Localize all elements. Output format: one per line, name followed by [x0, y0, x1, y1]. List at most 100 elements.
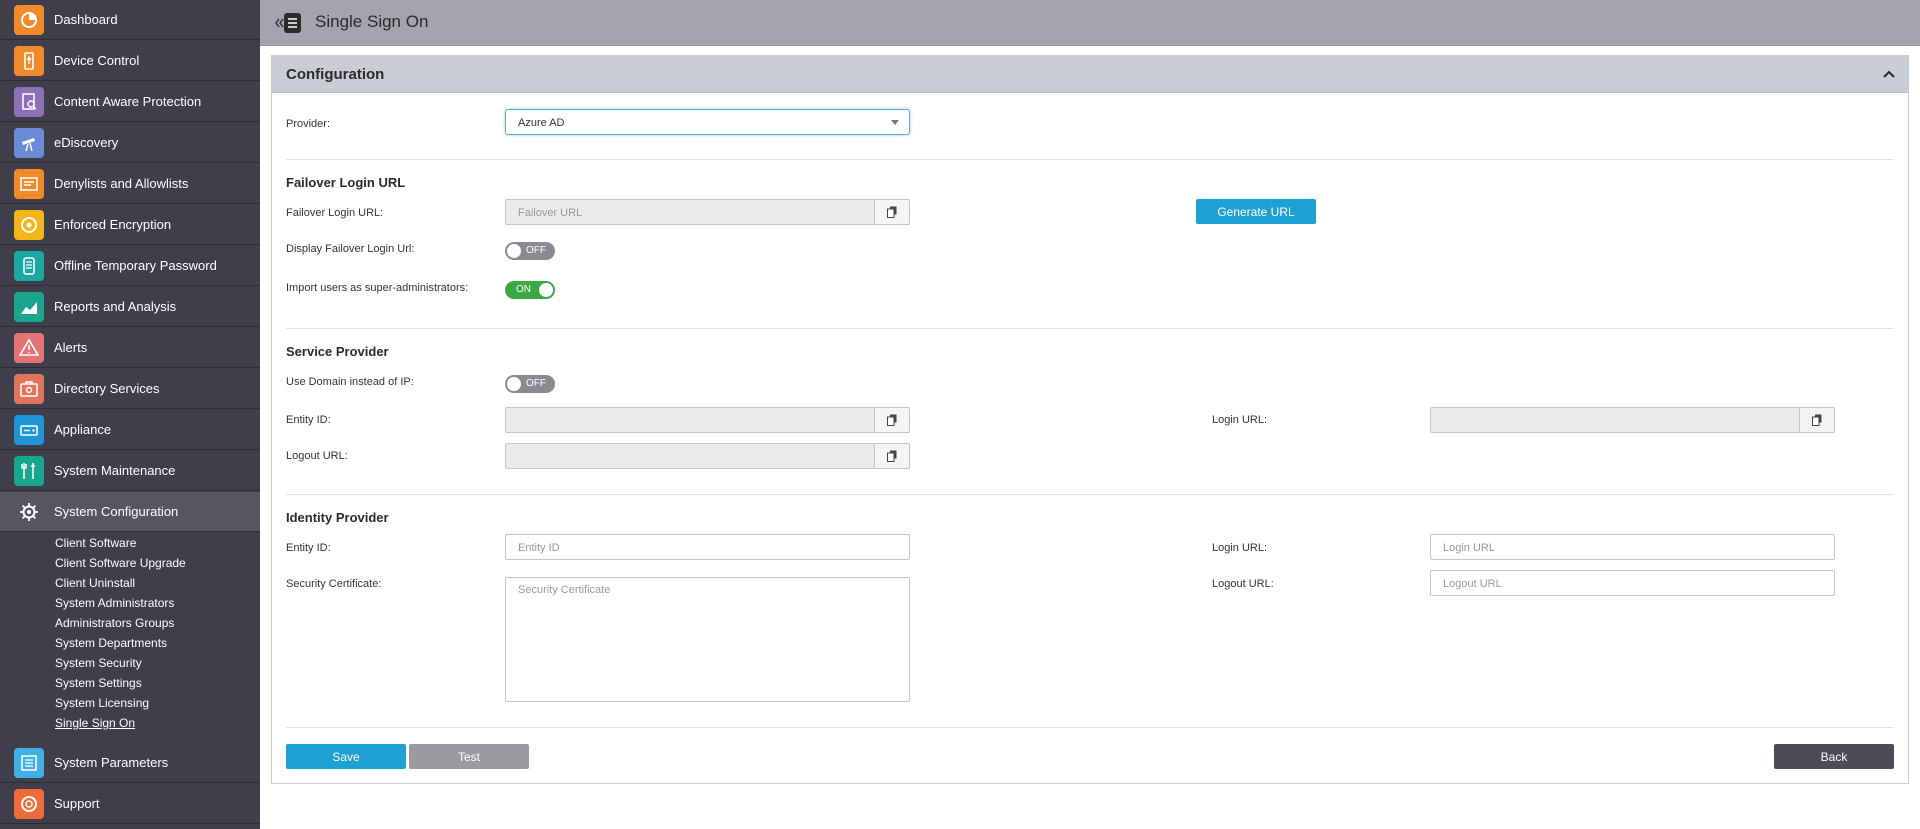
- security-certificate-label: Security Certificate:: [286, 578, 382, 590]
- sidebar-item-enforced-encryption[interactable]: Enforced Encryption: [0, 205, 260, 245]
- list-icon: [14, 747, 44, 778]
- submenu-system-administrators[interactable]: System Administrators: [55, 596, 174, 610]
- telescope-icon: [14, 127, 44, 158]
- divider: [286, 727, 1894, 728]
- idp-login-url-label: Login URL:: [1212, 542, 1268, 554]
- directory-icon: [14, 373, 44, 404]
- list-window-icon: [14, 168, 44, 199]
- divider: [286, 159, 1894, 160]
- use-domain-label: Use Domain instead of IP:: [286, 376, 414, 388]
- submenu-system-departments[interactable]: System Departments: [55, 636, 167, 650]
- sidebar-item-offline-temporary-password[interactable]: Offline Temporary Password: [0, 246, 260, 286]
- idp-entity-id-input[interactable]: Entity ID: [505, 534, 910, 560]
- sidebar-item-ediscovery[interactable]: eDiscovery: [0, 123, 260, 163]
- dashboard-icon: [14, 4, 44, 35]
- sidebar-item-system-maintenance[interactable]: System Maintenance: [0, 451, 260, 491]
- toggle-state: OFF: [526, 245, 546, 256]
- copy-icon: [887, 206, 897, 218]
- toggle-knob: [507, 244, 521, 258]
- security-certificate-placeholder: Security Certificate: [518, 584, 611, 596]
- sidebar-item-alerts[interactable]: Alerts: [0, 328, 260, 368]
- sp-logout-url-input[interactable]: [505, 443, 875, 469]
- submenu-single-sign-on[interactable]: Single Sign On: [55, 716, 135, 730]
- copy-icon: [887, 414, 897, 426]
- use-domain-toggle[interactable]: OFF: [505, 375, 555, 393]
- toggle-knob: [539, 283, 553, 297]
- display-failover-toggle[interactable]: OFF: [505, 242, 555, 260]
- submenu-system-security[interactable]: System Security: [55, 656, 142, 670]
- copy-icon: [1812, 414, 1822, 426]
- save-button[interactable]: Save: [286, 744, 406, 769]
- collapse-sidebar-button[interactable]: [274, 11, 302, 35]
- idp-logout-url-input[interactable]: Logout URL: [1430, 570, 1835, 596]
- idp-entity-id-label: Entity ID:: [286, 542, 331, 554]
- submenu-client-software-upgrade[interactable]: Client Software Upgrade: [55, 556, 186, 570]
- sidebar-item-support[interactable]: Support: [0, 784, 260, 824]
- submenu-system-licensing[interactable]: System Licensing: [55, 696, 149, 710]
- submenu-administrators-groups[interactable]: Administrators Groups: [55, 616, 174, 630]
- lifebuoy-icon: [14, 788, 44, 819]
- top-bar: Single Sign On: [260, 0, 1920, 46]
- copy-icon: [887, 450, 897, 462]
- configuration-panel: Configuration Provider: Azure AD Failove…: [271, 55, 1909, 784]
- toggle-state: OFF: [526, 378, 546, 389]
- chevron-up-icon: [1883, 70, 1895, 78]
- collapse-panel-button[interactable]: [1882, 68, 1896, 80]
- toggle-knob: [507, 377, 521, 391]
- content-scan-icon: [14, 86, 44, 117]
- sidebar-item-device-control[interactable]: Device Control: [0, 41, 260, 81]
- sp-login-url-label: Login URL:: [1212, 414, 1268, 426]
- test-button[interactable]: Test: [409, 744, 529, 769]
- sidebar-item-denylists-allowlists[interactable]: Denylists and Allowlists: [0, 164, 260, 204]
- copy-failover-url-button[interactable]: [874, 199, 910, 225]
- failover-url-placeholder: Failover URL: [518, 207, 583, 219]
- submenu-client-software[interactable]: Client Software: [55, 536, 136, 550]
- divider: [286, 494, 1894, 495]
- import-super-admins-toggle[interactable]: ON: [505, 281, 555, 299]
- sp-entity-id-input[interactable]: [505, 407, 875, 433]
- copy-sp-login-url-button[interactable]: [1799, 407, 1835, 433]
- generate-url-button[interactable]: Generate URL: [1196, 199, 1316, 224]
- sp-entity-id-label: Entity ID:: [286, 414, 331, 426]
- failover-url-input[interactable]: Failover URL: [505, 199, 875, 225]
- idp-logout-url-placeholder: Logout URL: [1443, 578, 1502, 590]
- appliance-icon: [14, 414, 44, 445]
- sidebar-item-system-configuration[interactable]: System Configuration: [0, 492, 260, 532]
- sp-login-url-input[interactable]: [1430, 407, 1800, 433]
- lock-disc-icon: [14, 209, 44, 240]
- sidebar-item-system-parameters[interactable]: System Parameters: [0, 743, 260, 783]
- chart-icon: [14, 291, 44, 322]
- toggle-state: ON: [516, 284, 531, 295]
- collapse-menu-icon: [275, 13, 301, 33]
- display-failover-label: Display Failover Login Url:: [286, 243, 415, 255]
- submenu-client-uninstall[interactable]: Client Uninstall: [55, 576, 135, 590]
- sp-logout-url-label: Logout URL:: [286, 450, 348, 462]
- page-title: Single Sign On: [315, 12, 429, 31]
- usb-icon: [14, 45, 44, 76]
- divider: [286, 328, 1894, 329]
- submenu-system-settings[interactable]: System Settings: [55, 676, 142, 690]
- provider-value: Azure AD: [518, 117, 565, 129]
- copy-sp-entity-id-button[interactable]: [874, 407, 910, 433]
- sidebar-item-dashboard[interactable]: Dashboard: [0, 0, 260, 40]
- failover-url-label: Failover Login URL:: [286, 207, 384, 219]
- sidebar-item-reports-analysis[interactable]: Reports and Analysis: [0, 287, 260, 327]
- provider-select[interactable]: Azure AD: [505, 109, 910, 135]
- gear-icon: [14, 496, 44, 527]
- copy-sp-logout-url-button[interactable]: [874, 443, 910, 469]
- sidebar: Dashboard Device Control Content Aware P…: [0, 0, 260, 829]
- idp-login-url-input[interactable]: Login URL: [1430, 534, 1835, 560]
- chevron-down-icon: [891, 120, 899, 125]
- idp-entity-id-placeholder: Entity ID: [518, 542, 560, 554]
- back-button[interactable]: Back: [1774, 744, 1894, 769]
- identity-provider-section-title: Identity Provider: [286, 510, 389, 525]
- security-certificate-textarea[interactable]: Security Certificate: [505, 577, 910, 702]
- panel-header: Configuration: [272, 56, 1908, 93]
- sidebar-item-content-aware-protection[interactable]: Content Aware Protection: [0, 82, 260, 122]
- panel-title: Configuration: [286, 66, 385, 83]
- sidebar-item-directory-services[interactable]: Directory Services: [0, 369, 260, 409]
- sidebar-item-appliance[interactable]: Appliance: [0, 410, 260, 450]
- service-provider-section-title: Service Provider: [286, 344, 389, 359]
- idp-login-url-placeholder: Login URL: [1443, 542, 1495, 554]
- warning-icon: [14, 332, 44, 363]
